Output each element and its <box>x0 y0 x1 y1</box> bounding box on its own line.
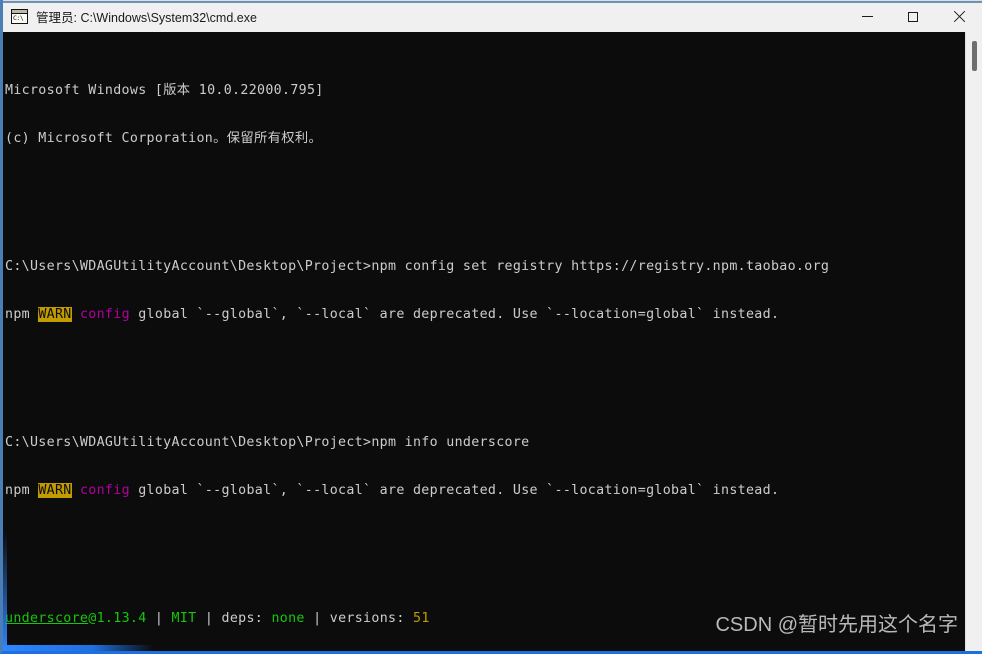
window-titlebar[interactable]: 管理员: C:\Windows\System32\cmd.exe <box>3 0 982 32</box>
window-edge-glow-left <box>3 531 7 651</box>
console-output[interactable]: Microsoft Windows [版本 10.0.22000.795] (c… <box>3 32 965 651</box>
maximize-icon <box>908 11 918 22</box>
package-license: MIT <box>171 611 197 626</box>
prompt-line-1: C:\Users\WDAGUtilityAccount\Desktop\Proj… <box>5 259 830 274</box>
cmd-console-icon <box>11 9 28 24</box>
versions-count: 51 <box>413 611 430 626</box>
banner-line-1: Microsoft Windows [版本 10.0.22000.795] <box>5 83 324 98</box>
prompt-line-2: C:\Users\WDAGUtilityAccount\Desktop\Proj… <box>5 435 530 450</box>
maximize-button[interactable] <box>890 1 936 32</box>
close-icon <box>953 11 965 23</box>
scrollbar-thumb[interactable] <box>972 41 977 71</box>
package-name: underscore <box>5 611 89 626</box>
console-window: 管理员: C:\Windows\System32\cmd.exe Microso… <box>0 0 982 654</box>
package-version: 1.13.4 <box>96 611 147 626</box>
close-button[interactable] <box>936 1 982 32</box>
warn-badge: WARN <box>38 483 72 498</box>
minimize-icon <box>861 16 873 17</box>
warn-line-1: npm WARN config global `--global`, `--lo… <box>5 307 780 322</box>
minimize-button[interactable] <box>844 1 890 32</box>
console-body: Microsoft Windows [版本 10.0.22000.795] (c… <box>3 32 982 651</box>
warn-badge: WARN <box>38 307 72 322</box>
package-header-line: underscore@1.13.4 | MIT | deps: none | v… <box>5 611 430 626</box>
window-controls <box>844 1 982 32</box>
window-edge-glow-bottom <box>3 645 153 651</box>
warn-line-2: npm WARN config global `--global`, `--lo… <box>5 483 780 498</box>
window-title: 管理员: C:\Windows\System32\cmd.exe <box>36 11 257 25</box>
vertical-scrollbar[interactable] <box>965 32 982 651</box>
banner-line-2: (c) Microsoft Corporation。保留所有权利。 <box>5 131 323 146</box>
deps-value: none <box>271 611 305 626</box>
